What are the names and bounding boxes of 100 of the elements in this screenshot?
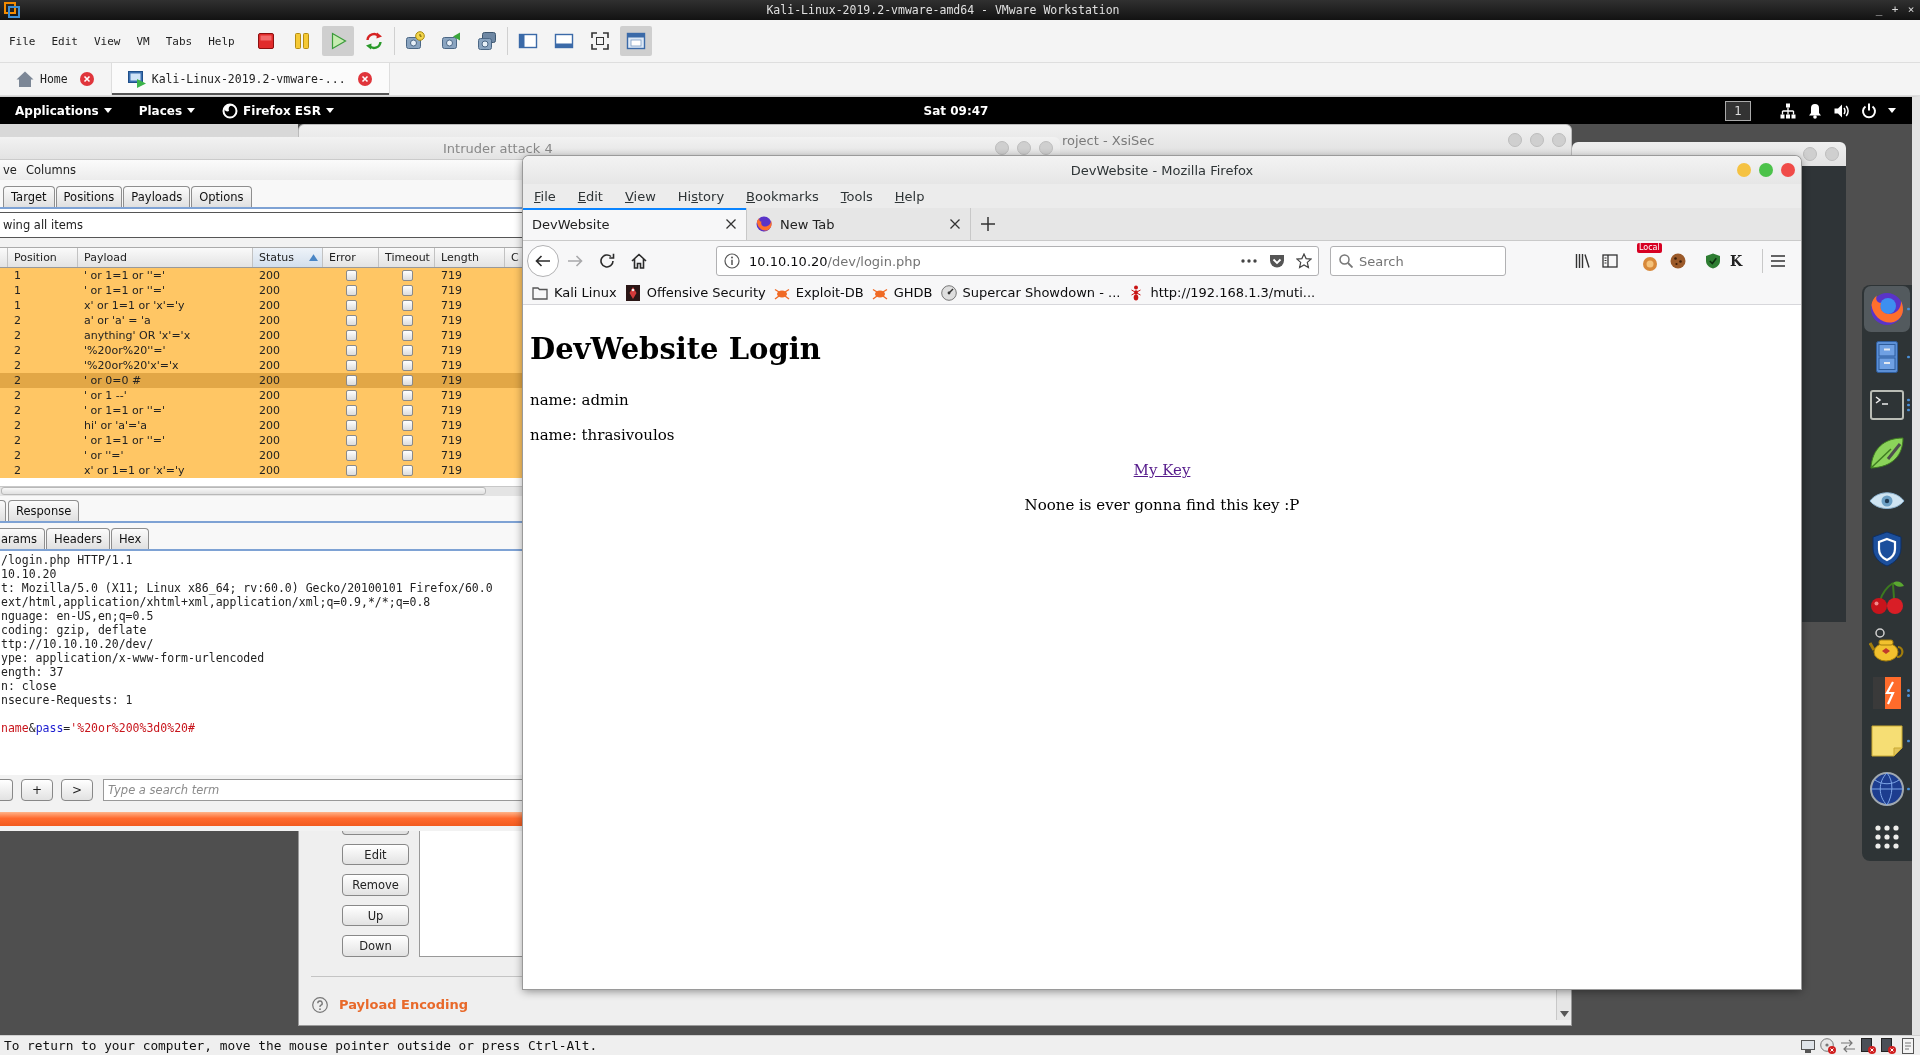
menu-item[interactable]: Edit (43, 34, 86, 48)
tab[interactable]: Hex (110, 528, 150, 549)
close-button[interactable]: × (1903, 2, 1919, 18)
nav-button[interactable] (0, 779, 13, 801)
table-row[interactable]: 2 x' or 1=1 or 'x'='y 200 719 (0, 463, 523, 478)
clock[interactable]: Sat 09:47 (923, 103, 989, 118)
menu-item[interactable]: View (613, 188, 667, 204)
bookmark[interactable]: Supercar Showdown - ... (936, 284, 1125, 301)
table-row[interactable]: 2 anything' OR 'x'='x 200 719 (0, 328, 523, 343)
table-row[interactable]: 1 ' or 1=1 or ''=' 200 719 (0, 283, 523, 298)
table-row[interactable]: 2 ' or 0=0 # 200 719 (0, 373, 523, 388)
minimize-button[interactable]: _ (1871, 2, 1887, 18)
menu-item[interactable]: Bookmarks (735, 188, 830, 204)
menu-button[interactable]: Applications (15, 103, 112, 118)
caret-icon[interactable] (1888, 108, 1896, 113)
table-row[interactable]: 1 ' or 1=1 or ''=' 200 719 (0, 268, 523, 283)
document-icon[interactable] (1900, 1037, 1916, 1054)
close-icon[interactable] (949, 218, 961, 230)
arrows-icon[interactable] (1840, 1037, 1856, 1054)
list-box[interactable] (419, 831, 523, 957)
menu-item[interactable]: View (86, 34, 129, 48)
action-button[interactable]: Down (342, 935, 409, 957)
action-button[interactable] (342, 831, 409, 835)
tab[interactable]: Target (3, 186, 55, 207)
menu-item[interactable]: ve (3, 163, 17, 177)
nav-button[interactable]: + (21, 779, 53, 801)
maximize-button[interactable]: + (1887, 2, 1903, 18)
menu-item[interactable]: Edit (566, 188, 614, 204)
table-row[interactable]: 2 '%20or%20'x'='x 200 719 (0, 358, 523, 373)
close-icon[interactable] (725, 218, 737, 230)
menu-button[interactable]: Firefox ESR (222, 102, 334, 119)
cookie-icon[interactable] (1670, 253, 1686, 269)
filter-bar[interactable]: wing all items (0, 213, 523, 238)
action-button[interactable]: Remove (342, 874, 409, 896)
bookmark[interactable]: Exploit-DB (769, 284, 868, 301)
table-row[interactable]: 2 ' or 1=1 or ''=' 200 719 (0, 403, 523, 418)
bookmark[interactable]: Kali Linux (528, 284, 621, 301)
star-icon[interactable] (1296, 253, 1312, 269)
more-icon[interactable] (1241, 259, 1257, 263)
table-row[interactable]: 2 ' or ''=' 200 719 (0, 448, 523, 463)
bookmark[interactable]: GHDB (867, 284, 937, 301)
power-icon[interactable] (1861, 102, 1877, 119)
tab[interactable]: New Tab (747, 208, 971, 240)
tab[interactable]: DevWebsite (523, 208, 747, 240)
tab[interactable]: Kali-Linux-2019.2-vmware-... (111, 63, 390, 95)
volume-icon[interactable] (1834, 102, 1850, 119)
table-row[interactable]: 2 ' or 1=1 or ''=' 200 719 (0, 433, 523, 448)
menu-icon[interactable] (1770, 253, 1787, 269)
info-icon[interactable] (724, 253, 740, 269)
tab[interactable]: Options (191, 186, 252, 207)
scrollbar[interactable] (0, 486, 523, 496)
sidebar-icon[interactable] (1602, 253, 1618, 269)
action-button[interactable]: Edit (342, 843, 409, 866)
table-row[interactable]: 2 a' or 'a' = 'a 200 719 (0, 313, 523, 328)
action-button[interactable]: Up (342, 904, 409, 927)
column-header[interactable]: Position (8, 248, 78, 267)
pocket-icon[interactable] (1269, 253, 1285, 269)
tab[interactable]: Response (8, 500, 80, 521)
extension-icon[interactable] (1642, 256, 1658, 272)
extension-button[interactable]: K (1730, 253, 1743, 269)
column-header[interactable]: Length (435, 248, 505, 267)
arrow-down-icon[interactable] (1559, 1011, 1569, 1017)
device-icon[interactable] (1880, 1037, 1896, 1054)
menu-item[interactable]: History (666, 188, 736, 204)
menu-item[interactable]: File (1, 34, 44, 48)
menu-item[interactable]: Help (883, 188, 936, 204)
link[interactable]: My Key (1133, 461, 1191, 479)
menu-item[interactable]: Columns (25, 163, 76, 177)
help-icon[interactable] (312, 997, 328, 1013)
menu-item[interactable]: Tools (829, 188, 884, 204)
scrollbar[interactable] (1556, 989, 1571, 1020)
column-header[interactable]: Error (323, 248, 379, 267)
column-header[interactable]: Status (253, 248, 323, 267)
tab[interactable]: Payloads (123, 186, 191, 207)
address-bar[interactable]: 10.10.10.20/dev/login.php (716, 246, 1319, 276)
nav-button[interactable]: > (61, 779, 93, 801)
menu-button[interactable]: Places (138, 103, 196, 118)
shield-icon[interactable] (1705, 253, 1721, 269)
monitor-icon[interactable] (1800, 1037, 1816, 1054)
back-button[interactable] (527, 245, 559, 277)
menu-item[interactable]: File (523, 188, 567, 204)
network-icon[interactable] (1780, 102, 1796, 119)
column-header[interactable]: Timeout (379, 248, 435, 267)
tab[interactable]: Home (0, 63, 112, 95)
table-row[interactable]: 2 '%20or%20''=' 200 719 (0, 343, 523, 358)
search-field[interactable]: Type a search term (103, 779, 523, 801)
table-row[interactable]: 2 hi' or 'a'='a 200 719 (0, 418, 523, 433)
tab[interactable] (0, 500, 6, 521)
text-editor[interactable] (0, 551, 523, 775)
search-field[interactable]: Search (1330, 246, 1506, 276)
library-icon[interactable] (1575, 253, 1591, 269)
bookmark[interactable]: http://192.168.1.3/muti... (1124, 284, 1320, 301)
workspace-indicator[interactable]: 1 (1725, 100, 1751, 121)
toolbar-button[interactable] (619, 26, 652, 56)
table-row[interactable]: 1 x' or 1=1 or 'x'='y 200 719 (0, 298, 523, 313)
device-icon[interactable] (1860, 1037, 1876, 1054)
tab[interactable]: arams (0, 528, 46, 549)
bell-icon[interactable] (1807, 102, 1823, 119)
tab[interactable]: Positions (55, 186, 123, 207)
table-row[interactable]: 2 ' or 1 --' 200 719 (0, 388, 523, 403)
